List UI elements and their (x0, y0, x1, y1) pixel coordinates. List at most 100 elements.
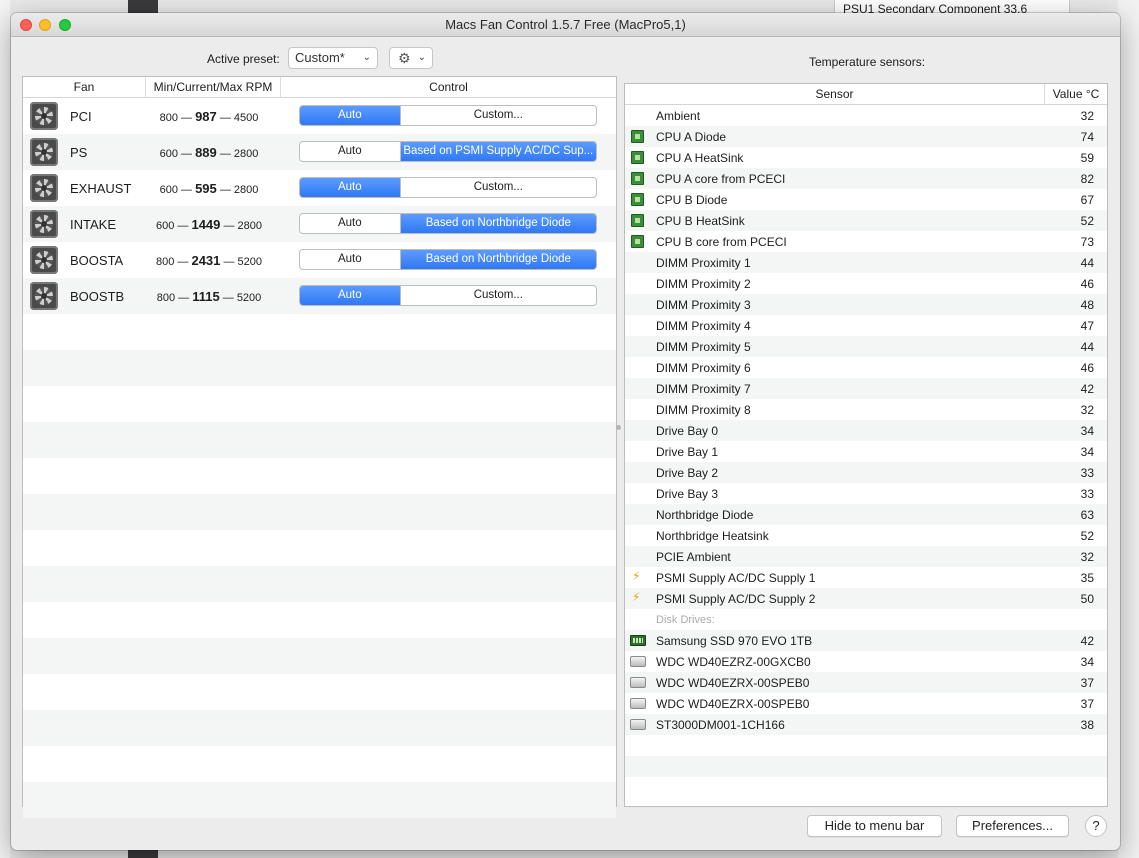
help-button[interactable]: ? (1085, 815, 1107, 837)
splitter-handle[interactable] (616, 425, 621, 430)
sensor-row[interactable]: ⚡ PSMI Supply AC/DC Supply 1 35 (625, 567, 1107, 588)
sensor-value: 48 (1080, 297, 1094, 312)
sensor-row[interactable]: DIMM Proximity 8 32 (625, 399, 1107, 420)
fan-row[interactable]: BOOSTB 800 — 1115 — 5200 Auto Custom... (23, 278, 616, 314)
fan-custom-button[interactable]: Custom... (401, 178, 596, 197)
fan-rpm-current: 1449 (191, 216, 221, 232)
column-header-rpm[interactable]: Min/Current/Max RPM (146, 77, 281, 97)
sensor-row[interactable]: CPU B Diode 67 (625, 189, 1107, 210)
fan-custom-button[interactable]: Based on PSMI Supply AC/DC Sup... (400, 142, 596, 161)
sensor-rows: Ambient 32 CPU A Diode 74 CPU A HeatSink 59 CP… (625, 105, 1107, 798)
fan-custom-button[interactable]: Based on Northbridge Diode (400, 250, 596, 269)
sensor-name: DIMM Proximity 3 (656, 297, 751, 312)
fan-row[interactable]: INTAKE 600 — 1449 — 2800 Auto Based on Nort… (23, 206, 616, 242)
sensor-icon-slot (625, 525, 656, 546)
sensor-row[interactable]: Northbridge Diode 63 (625, 504, 1107, 525)
sensor-row[interactable]: Drive Bay 2 33 (625, 462, 1107, 483)
sensor-name: PCIE Ambient (656, 549, 731, 564)
empty-row (23, 782, 616, 818)
hide-to-menu-bar-button[interactable]: Hide to menu bar (807, 815, 942, 837)
sensor-value: 35 (1080, 570, 1094, 585)
cpu-chip-icon (631, 172, 644, 185)
temperature-sensors-title: Temperature sensors: (809, 55, 926, 69)
empty-row (23, 314, 616, 350)
fan-custom-button[interactable]: Custom... (401, 286, 596, 305)
fan-row[interactable]: BOOSTA 800 — 2431 — 5200 Auto Based on Nort… (23, 242, 616, 278)
fan-rpm-max: 2800 (233, 183, 259, 196)
sensor-row[interactable]: WDC WD40EZRZ-00GXCB0 34 (625, 651, 1107, 672)
sensor-row[interactable]: ⚡ PSMI Supply AC/DC Supply 2 50 (625, 588, 1107, 609)
fan-auto-button[interactable]: Auto (300, 178, 401, 197)
empty-row (23, 458, 616, 494)
sensor-value: 74 (1080, 129, 1094, 144)
hard-drive-icon (630, 719, 646, 730)
column-header-sensor[interactable]: Sensor (625, 84, 1045, 104)
sensor-row[interactable]: DIMM Proximity 1 44 (625, 252, 1107, 273)
sensor-row[interactable]: WDC WD40EZRX-00SPEB0 37 (625, 672, 1107, 693)
gear-menu-button[interactable]: ⚙ ⌄ (389, 47, 433, 69)
sensor-row[interactable]: Drive Bay 0 34 (625, 420, 1107, 441)
ssd-icon (630, 635, 646, 646)
fan-custom-button[interactable]: Custom... (401, 106, 596, 125)
fan-row[interactable]: EXHAUST 600 — 595 — 2800 Auto Custom... (23, 170, 616, 206)
zoom-window-button[interactable] (59, 19, 71, 31)
sensor-row[interactable]: DIMM Proximity 4 47 (625, 315, 1107, 336)
background-window-edge (1118, 0, 1139, 858)
sensor-row[interactable]: Drive Bay 3 33 (625, 483, 1107, 504)
sensor-row[interactable]: DIMM Proximity 2 46 (625, 273, 1107, 294)
fan-rpm-max: 4500 (233, 111, 259, 124)
sensor-row[interactable]: Northbridge Heatsink 52 (625, 525, 1107, 546)
sensor-row[interactable]: CPU B core from PCECI 73 (625, 231, 1107, 252)
sensor-row[interactable]: DIMM Proximity 7 42 (625, 378, 1107, 399)
sensor-value: 34 (1080, 654, 1094, 669)
sensor-row[interactable]: DIMM Proximity 6 46 (625, 357, 1107, 378)
sensor-row[interactable]: CPU A core from PCECI 82 (625, 168, 1107, 189)
fan-row[interactable]: PCI 800 — 987 — 4500 Auto Custom... (23, 98, 616, 134)
fan-rpm-min: 600 (155, 219, 175, 232)
sensor-value: 50 (1080, 591, 1094, 606)
fan-icon (30, 282, 58, 310)
sensor-row[interactable]: PCIE Ambient 32 (625, 546, 1107, 567)
sensor-row[interactable]: CPU A HeatSink 59 (625, 147, 1107, 168)
sensor-row[interactable]: Samsung SSD 970 EVO 1TB 42 (625, 630, 1107, 651)
sensor-row[interactable]: DIMM Proximity 3 48 (625, 294, 1107, 315)
sensor-row[interactable]: CPU A Diode 74 (625, 126, 1107, 147)
sensor-value: 32 (1080, 549, 1094, 564)
background-window-edge (0, 0, 10, 858)
preferences-button[interactable]: Preferences... (956, 815, 1069, 837)
fan-rpm: 600 — 1449 — 2800 (155, 216, 262, 232)
window-title: Macs Fan Control 1.5.7 Free (MacPro5,1) (445, 17, 686, 32)
fan-auto-button[interactable]: Auto (300, 142, 401, 161)
sensor-name: Disk Drives: (656, 613, 715, 626)
fan-custom-button[interactable]: Based on Northbridge Diode (400, 214, 596, 233)
sensor-row[interactable]: Drive Bay 1 34 (625, 441, 1107, 462)
minimize-window-button[interactable] (39, 19, 51, 31)
sensor-row[interactable]: WDC WD40EZRX-00SPEB0 37 (625, 693, 1107, 714)
sensor-icon-slot (625, 105, 656, 126)
column-header-value[interactable]: Value °C (1045, 84, 1107, 104)
sensor-value: 38 (1080, 717, 1094, 732)
sensor-row[interactable]: ST3000DM001-1CH166 38 (625, 714, 1107, 735)
fan-name: BOOSTA (70, 252, 124, 268)
empty-row (23, 530, 616, 566)
fan-auto-button[interactable]: Auto (300, 106, 401, 125)
sensor-value: 59 (1080, 150, 1094, 165)
sensor-name: Northbridge Diode (656, 507, 754, 522)
fan-row[interactable]: PS 600 — 889 — 2800 Auto Based on PSMI Supp… (23, 134, 616, 170)
fan-auto-button[interactable]: Auto (300, 214, 401, 233)
close-window-button[interactable] (20, 19, 32, 31)
sensor-row[interactable]: DIMM Proximity 5 44 (625, 336, 1107, 357)
preset-select[interactable]: Custom* ⌄ (288, 47, 378, 69)
sensor-name: CPU A core from PCECI (656, 171, 786, 186)
cpu-chip-icon (631, 151, 644, 164)
empty-row (23, 674, 616, 710)
fan-icon (30, 138, 58, 166)
column-header-control[interactable]: Control (281, 77, 616, 97)
sensor-name: Drive Bay 3 (656, 486, 719, 501)
sensor-row[interactable]: CPU B HeatSink 52 (625, 210, 1107, 231)
fan-auto-button[interactable]: Auto (300, 250, 401, 269)
fan-auto-button[interactable]: Auto (300, 286, 401, 305)
cpu-chip-icon (631, 130, 644, 143)
sensor-row[interactable]: Ambient 32 (625, 105, 1107, 126)
column-header-fan[interactable]: Fan (23, 77, 146, 97)
